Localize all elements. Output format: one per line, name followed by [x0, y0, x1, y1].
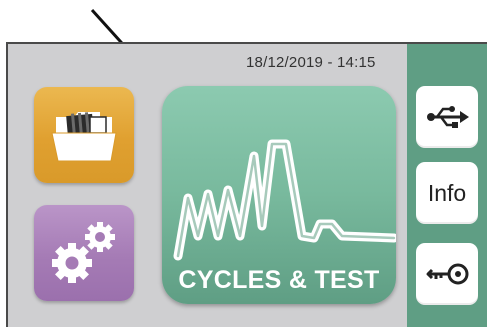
- right-sidebar: Info: [407, 44, 487, 327]
- cycles-and-test-button[interactable]: CYCLES & TEST: [162, 86, 396, 304]
- touch-screen: 18/12/2019 - 14:15 CYCLES & TEST Info: [6, 42, 487, 327]
- datetime-display: 18/12/2019 - 14:15: [246, 54, 376, 71]
- usb-button[interactable]: [416, 86, 478, 148]
- folder-icon: [51, 112, 117, 162]
- gears-icon: [52, 222, 115, 283]
- usb-icon: [427, 106, 469, 128]
- files-button[interactable]: [34, 87, 134, 183]
- cycles-and-test-label: CYCLES & TEST: [178, 266, 380, 294]
- key-icon: [426, 263, 469, 285]
- info-button[interactable]: Info: [416, 162, 478, 224]
- settings-button[interactable]: [34, 205, 134, 301]
- info-label: Info: [427, 179, 467, 206]
- key-button[interactable]: [416, 243, 478, 305]
